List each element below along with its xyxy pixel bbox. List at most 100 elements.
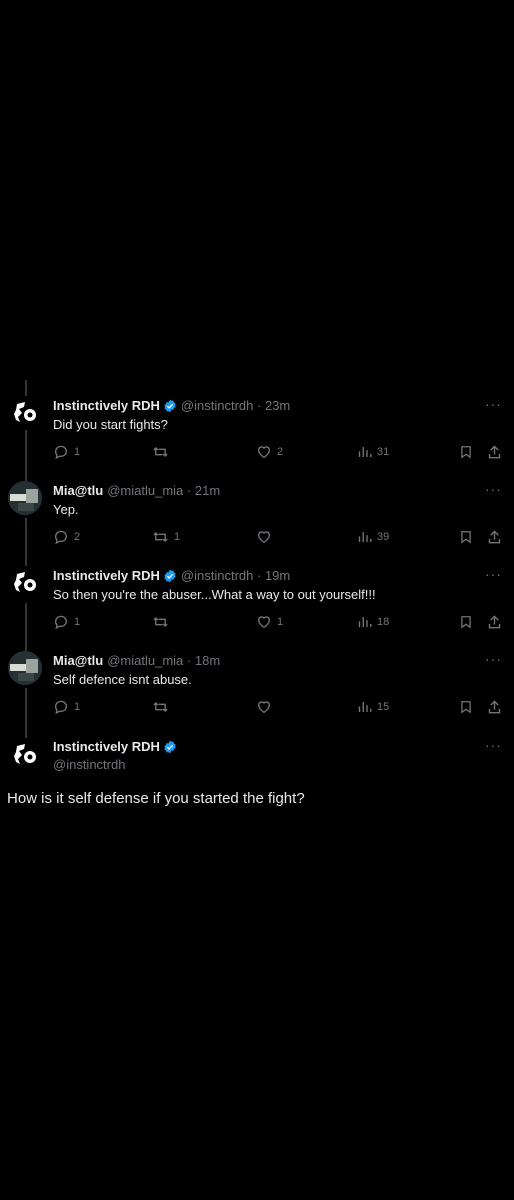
- views-button[interactable]: 15: [357, 697, 389, 717]
- share-icon: [488, 530, 501, 544]
- timestamp[interactable]: 19m: [265, 568, 290, 583]
- reply-count: 1: [74, 446, 81, 458]
- reply-button[interactable]: 2: [53, 527, 80, 547]
- main-tweet-text: How is it self defense if you started th…: [7, 790, 305, 807]
- like-count: 1: [277, 616, 284, 628]
- bookmark-icon: [461, 701, 471, 714]
- view-count: 15: [377, 701, 390, 713]
- views-button[interactable]: 39: [357, 527, 389, 547]
- bookmark-icon: [461, 616, 471, 629]
- action-bar: 2 1 39: [0, 527, 514, 547]
- handle[interactable]: @miatlu_mia: [107, 653, 183, 668]
- action-bar: 1 1 18: [0, 612, 514, 632]
- retweet-button[interactable]: 1: [152, 527, 180, 547]
- tweet-text: Yep.: [53, 502, 79, 517]
- heart-icon: [257, 616, 271, 629]
- views-chart-icon: [358, 702, 372, 712]
- like-button[interactable]: 1: [256, 612, 283, 632]
- separator: ·: [253, 398, 265, 413]
- bookmark-button[interactable]: [459, 612, 473, 632]
- share-icon: [488, 700, 501, 714]
- tweet-header: Instinctively RDH @instinctrdh · 23m: [53, 396, 290, 416]
- share-button[interactable]: [487, 527, 502, 547]
- retweet-count: 1: [174, 531, 181, 543]
- display-name[interactable]: Mia@tlu: [53, 653, 103, 668]
- like-button[interactable]: [256, 527, 277, 547]
- like-button[interactable]: 2: [256, 442, 283, 462]
- retweet-icon: [153, 447, 168, 457]
- more-options-icon[interactable]: ···: [485, 564, 502, 584]
- retweet-icon: [153, 702, 168, 712]
- tweet-text: So then you're the abuser...What a way t…: [53, 587, 376, 602]
- reply-count: 1: [74, 701, 81, 713]
- reply-icon: [54, 445, 67, 460]
- retweet-button[interactable]: [152, 612, 174, 632]
- handle[interactable]: @instinctrdh: [181, 398, 253, 413]
- handle[interactable]: @miatlu_mia: [107, 483, 183, 498]
- action-bar: 1 15: [0, 697, 514, 717]
- more-options-icon[interactable]: ···: [485, 394, 502, 414]
- share-icon: [488, 615, 501, 629]
- tweet-header: Mia@tlu @miatlu_mia · 18m: [53, 651, 220, 671]
- like-count: 2: [277, 446, 284, 458]
- reply-icon: [54, 700, 67, 715]
- share-button[interactable]: [487, 697, 502, 717]
- heart-icon: [257, 531, 271, 544]
- views-button[interactable]: 18: [357, 612, 389, 632]
- retweet-icon: [153, 532, 168, 542]
- views-chart-icon: [358, 617, 372, 627]
- tweet-header: Mia@tlu @miatlu_mia · 21m: [53, 481, 220, 501]
- heart-icon: [257, 446, 271, 459]
- reply-button[interactable]: 1: [53, 442, 80, 462]
- mia-avatar-icon[interactable]: [8, 481, 42, 515]
- separator: ·: [183, 483, 195, 498]
- retweet-icon: [153, 617, 168, 627]
- views-chart-icon: [358, 447, 372, 457]
- bookmark-button[interactable]: [459, 697, 473, 717]
- bookmark-icon: [461, 446, 471, 459]
- separator: ·: [253, 568, 265, 583]
- more-options-icon[interactable]: ···: [485, 479, 502, 499]
- reply-count: 1: [74, 616, 81, 628]
- share-button[interactable]: [487, 612, 502, 632]
- tweet-text: Did you start fights?: [53, 417, 168, 432]
- timestamp[interactable]: 18m: [195, 653, 220, 668]
- rdh-avatar-icon[interactable]: [8, 738, 42, 772]
- separator: ·: [183, 653, 195, 668]
- rdh-avatar-icon[interactable]: [8, 396, 42, 430]
- rdh-avatar-icon[interactable]: [8, 566, 42, 600]
- reply-icon: [54, 615, 67, 630]
- reply-button[interactable]: 1: [53, 612, 80, 632]
- bookmark-button[interactable]: [459, 442, 473, 462]
- more-options-icon[interactable]: ···: [485, 735, 502, 755]
- action-bar: 1 2 31: [0, 442, 514, 462]
- share-button[interactable]: [487, 442, 502, 462]
- retweet-button[interactable]: [152, 442, 174, 462]
- bookmark-button[interactable]: [459, 527, 473, 547]
- retweet-button[interactable]: [152, 697, 174, 717]
- share-icon: [488, 445, 501, 459]
- reply-button[interactable]: 1: [53, 697, 80, 717]
- display-name[interactable]: Mia@tlu: [53, 483, 103, 498]
- mia-avatar-icon[interactable]: [8, 651, 42, 685]
- tweet-text: Self defence isnt abuse.: [53, 672, 192, 687]
- reply-icon: [54, 530, 67, 545]
- tweet-header: Instinctively RDH @instinctrdh · 19m: [53, 566, 290, 586]
- handle[interactable]: @instinctrdh: [53, 755, 125, 775]
- view-count: 39: [377, 531, 390, 543]
- display-name[interactable]: Instinctively RDH: [53, 398, 160, 413]
- views-chart-icon: [358, 532, 372, 542]
- timestamp[interactable]: 21m: [195, 483, 220, 498]
- verified-badge-icon: [163, 740, 177, 760]
- view-count: 18: [377, 616, 390, 628]
- display-name[interactable]: Instinctively RDH: [53, 739, 160, 754]
- more-options-icon[interactable]: ···: [485, 649, 502, 669]
- display-name[interactable]: Instinctively RDH: [53, 568, 160, 583]
- timestamp[interactable]: 23m: [265, 398, 290, 413]
- bookmark-icon: [461, 531, 471, 544]
- like-button[interactable]: [256, 697, 277, 717]
- heart-icon: [257, 701, 271, 714]
- handle[interactable]: @instinctrdh: [181, 568, 253, 583]
- reply-count: 2: [74, 531, 81, 543]
- views-button[interactable]: 31: [357, 442, 389, 462]
